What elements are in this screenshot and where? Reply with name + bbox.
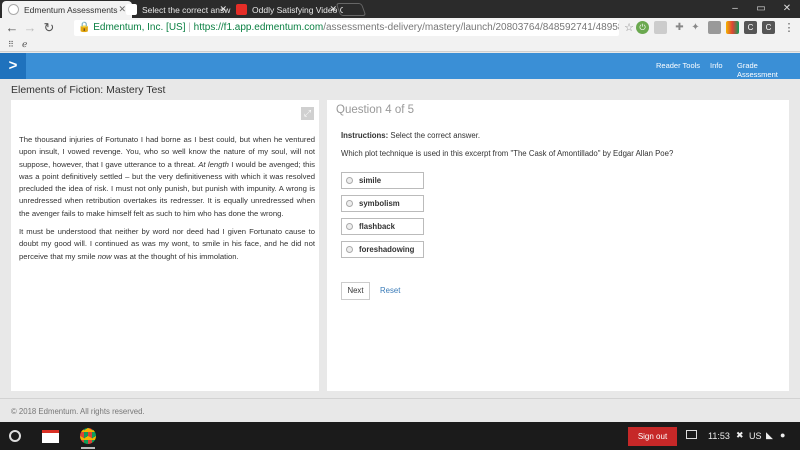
close-window-icon[interactable]: ✕ (774, 0, 800, 18)
grade-assessment-link[interactable]: Grade Assessment (737, 61, 800, 79)
lock-icon: 🔒 (78, 22, 91, 33)
tab-label: Select the correct answ (142, 5, 231, 15)
user-avatar-icon[interactable]: ● (780, 430, 785, 440)
wifi-icon[interactable]: ◣ (766, 430, 773, 441)
page-footer: © 2018 Edmentum. All rights reserved. (0, 398, 800, 422)
page-title: Elements of Fiction: Mastery Test (11, 84, 166, 96)
extension-icon[interactable]: ✦ (689, 21, 702, 34)
star-icon[interactable]: ☆ (621, 20, 637, 36)
new-tab-button[interactable] (335, 3, 367, 16)
settings-icon[interactable]: ✖ (736, 430, 744, 441)
passage-paragraph: The thousand injuries of Fortunato I had… (19, 135, 315, 218)
answer-option-foreshadowing[interactable]: foreshadowing (341, 241, 424, 258)
radio-icon[interactable] (346, 223, 353, 230)
tab-label: Edmentum Assessments (24, 5, 118, 15)
question-text: Which plot technique is used in this exc… (341, 149, 674, 158)
reader-tools-link[interactable]: Reader Tools (656, 61, 700, 70)
minimize-icon[interactable]: – (722, 0, 748, 18)
url-path: /assessments-delivery/mastery/launch/208… (323, 22, 619, 33)
forward-icon[interactable]: → (22, 20, 38, 36)
back-icon[interactable]: ← (4, 20, 20, 36)
info-link[interactable]: Info (710, 61, 723, 70)
question-number: Question 4 of 5 (336, 104, 414, 116)
address-bar[interactable]: 🔒 Edmentum, Inc. [US] | https://f1.app.e… (74, 20, 619, 36)
app-header: > Reader Tools Info Grade Assessment (0, 53, 800, 79)
question-panel: Question 4 of 5 Instructions: Select the… (327, 100, 789, 391)
radio-icon[interactable] (346, 246, 353, 253)
secure-origin-label: Edmentum, Inc. [US] (93, 22, 186, 33)
passage-panel: ⤢ The thousand injuries of Fortunato I h… (11, 100, 319, 391)
locale-indicator[interactable]: US (749, 431, 762, 441)
answer-option-flashback[interactable]: flashback (341, 218, 424, 235)
tab-select-answer[interactable]: Select the correct answ ✕ (120, 1, 233, 18)
radio-icon[interactable] (346, 200, 353, 207)
chevron-right-icon[interactable]: > (0, 53, 26, 79)
sign-out-button[interactable]: Sign out (628, 427, 677, 446)
youtube-favicon-icon (236, 4, 247, 15)
reset-link[interactable]: Reset (380, 286, 400, 295)
bookmarks-bar: ⠿ ℯ (0, 38, 800, 52)
os-shelf: Sign out 11:53 ✖ US ◣ ● (0, 422, 800, 450)
tab-youtube[interactable]: Oddly Satisfying Video C ✕ (230, 1, 343, 18)
browser-toolbar: ← → ↻ 🔒 Edmentum, Inc. [US] | https://f1… (0, 18, 800, 38)
extension-icon[interactable] (654, 21, 667, 34)
extension-c-icon[interactable]: C (744, 21, 757, 34)
extension-icon[interactable] (726, 21, 739, 34)
extension-icon[interactable] (708, 21, 721, 34)
url-host: https://f1.app.edmentum.com (193, 22, 324, 33)
extension-icon[interactable]: ✚ (673, 21, 686, 34)
next-button[interactable]: Next (341, 282, 370, 300)
tab-edmentum[interactable]: Edmentum Assessments ✕ (2, 1, 132, 18)
brainly-favicon-icon (126, 4, 137, 15)
screenshot-icon[interactable] (686, 430, 697, 439)
copyright-text: © 2018 Edmentum. All rights reserved. (11, 407, 145, 416)
edmentum-favicon-icon (8, 4, 19, 15)
active-app-indicator (81, 447, 95, 449)
assessment-page: Elements of Fiction: Mastery Test ⤢ The … (0, 79, 800, 419)
gmail-icon[interactable] (42, 430, 59, 443)
chrome-icon[interactable] (80, 428, 96, 444)
maximize-icon[interactable]: ▭ (748, 0, 774, 18)
expand-icon[interactable]: ⤢ (301, 107, 314, 120)
instructions: Instructions: Select the correct answer. (341, 131, 481, 140)
apps-icon[interactable]: ⠿ (8, 40, 14, 49)
answer-option-simile[interactable]: simile (341, 172, 424, 189)
reload-icon[interactable]: ↻ (41, 20, 57, 36)
clock[interactable]: 11:53 (708, 431, 730, 441)
edge-bookmark-icon[interactable]: ℯ (22, 39, 27, 50)
answer-option-symbolism[interactable]: symbolism (341, 195, 424, 212)
radio-icon[interactable] (346, 177, 353, 184)
menu-icon[interactable]: ⋮ (781, 20, 797, 36)
power-extension-icon[interactable]: ⏻ (636, 21, 649, 34)
extension-c-icon[interactable]: C (762, 21, 775, 34)
close-icon[interactable]: ✕ (219, 4, 227, 15)
passage-paragraph: It must be understood that neither by wo… (19, 227, 315, 261)
browser-tab-strip: Edmentum Assessments ✕ Select the correc… (0, 0, 800, 18)
launcher-icon[interactable] (9, 430, 21, 442)
